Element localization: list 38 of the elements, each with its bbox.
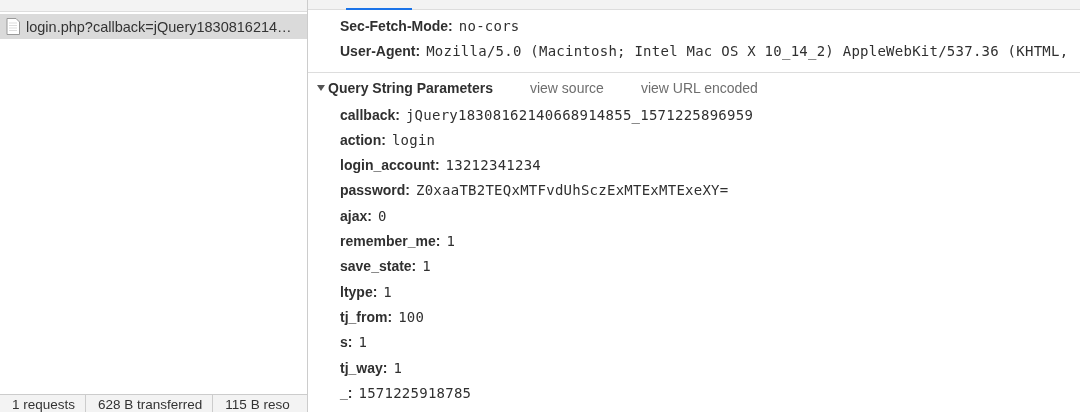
- disclosure-triangle-icon[interactable]: [317, 83, 325, 92]
- field-key: ltype:: [340, 283, 378, 300]
- status-text: 1 requests: [0, 395, 87, 412]
- field-value: 1571225918785: [358, 384, 472, 401]
- field-value: 100: [398, 308, 425, 325]
- request-item[interactable]: login.php?callback=jQuery1830816214…: [0, 14, 307, 39]
- field-key: callback:: [340, 106, 400, 123]
- field-value: 1: [383, 283, 393, 300]
- document-icon: [6, 18, 20, 35]
- status-text: 628 B transferred: [86, 395, 214, 412]
- field-value: jQuery18308162140668914855_1571225896959: [405, 106, 754, 123]
- field-value: 0: [377, 207, 387, 224]
- field-value: 1: [393, 359, 403, 376]
- field-value: 13212341234: [445, 157, 542, 174]
- field-value: Z0xaaTB2TEQxMTFvdUhSczExMTExMTExeXY=: [416, 182, 729, 199]
- view-link[interactable]: view source: [529, 79, 604, 96]
- field-value: login: [391, 131, 436, 148]
- field-value: 1: [358, 334, 368, 351]
- field-key: Sec-Fetch-Mode:: [340, 18, 453, 34]
- field-key: ajax:: [340, 207, 372, 224]
- section-title[interactable]: Query String Parameters: [328, 79, 493, 96]
- field-key: save_state:: [340, 258, 417, 275]
- field-key: User-Agent:: [340, 43, 421, 60]
- field-value: 1: [446, 233, 456, 250]
- field-value: Mozilla/5.0 (Macintosh; Intel Mac OS X 10_14_2) AppleWebKit/537.36 (KHTML,: [426, 43, 1069, 60]
- field-key: login_account:: [340, 157, 440, 174]
- field-key: remember_me:: [340, 233, 441, 250]
- field-value: 1: [422, 258, 431, 275]
- field-key: action:: [340, 131, 386, 148]
- field-key: tj_from:: [340, 308, 393, 325]
- field-key: tj_way:: [340, 359, 388, 376]
- field-key: password:: [340, 182, 410, 199]
- status-text: 115 B reso: [224, 396, 290, 412]
- view-link[interactable]: view URL encoded: [640, 79, 758, 96]
- field-key: s:: [340, 334, 353, 351]
- field-value: no-cors: [458, 18, 520, 34]
- field-key: _:: [340, 384, 353, 401]
- tab-indicator: [346, 8, 412, 10]
